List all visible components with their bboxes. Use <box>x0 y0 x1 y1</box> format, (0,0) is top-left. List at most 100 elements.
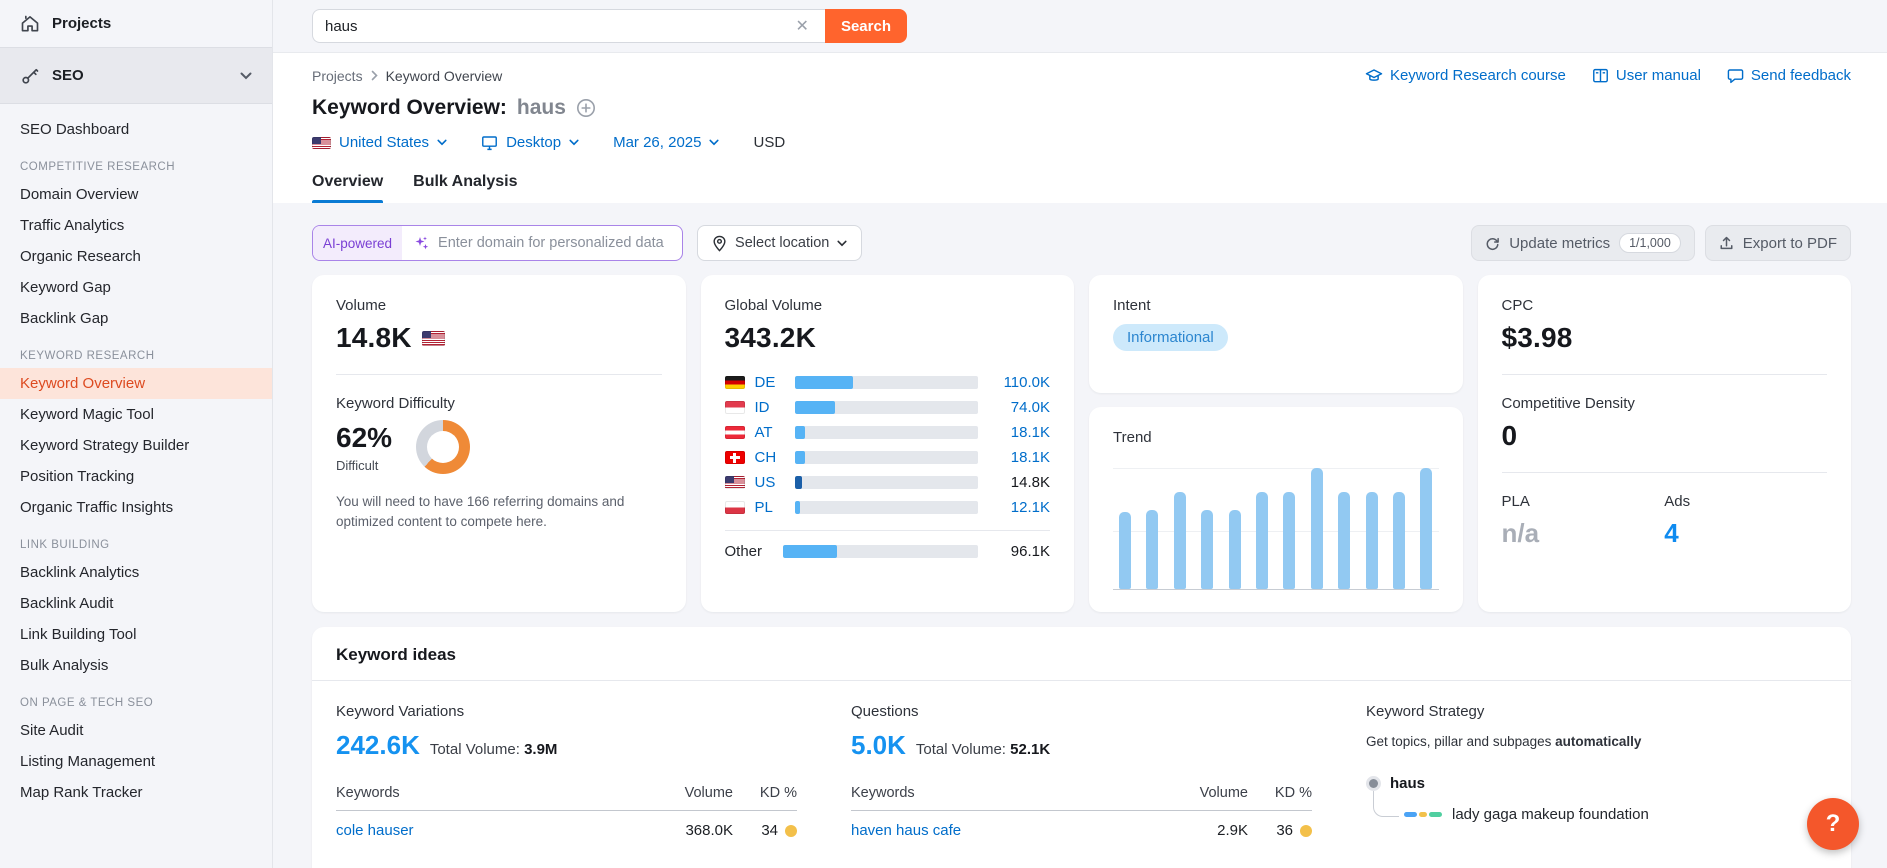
keyword-link[interactable]: haven haus cafe <box>851 822 1178 839</box>
country-volume-value[interactable]: 12.1K <box>992 499 1050 516</box>
trend-bar <box>1338 492 1350 589</box>
other-volume-row: Other 96.1K <box>725 530 1051 560</box>
domain-input[interactable] <box>438 235 670 251</box>
export-pdf-button[interactable]: Export to PDF <box>1705 225 1851 261</box>
select-location-dropdown[interactable]: Select location <box>697 225 862 261</box>
sidebar-item[interactable]: Organic Research <box>0 241 272 272</box>
volume-value: 14.8K <box>336 322 412 354</box>
ai-powered-badge: AI-powered <box>313 226 402 260</box>
send-feedback-link[interactable]: Send feedback <box>1727 67 1851 84</box>
sidebar-item[interactable]: Map Rank Tracker <box>0 777 272 808</box>
tree-root-dot-icon <box>1369 779 1378 788</box>
sidebar-item[interactable]: Backlink Gap <box>0 303 272 334</box>
search-input[interactable] <box>325 18 792 35</box>
sidebar-item-seo[interactable]: SEO <box>0 47 272 104</box>
kd-cell: 34 <box>761 822 778 839</box>
cpc-value: $3.98 <box>1502 322 1828 354</box>
trend-bar <box>1283 492 1295 589</box>
country-code-link[interactable]: ID <box>755 399 781 416</box>
country-volume-row: AT 18.1K <box>725 420 1051 445</box>
refresh-icon <box>1485 236 1500 251</box>
sparkles-icon <box>414 235 430 251</box>
sidebar-item[interactable]: Keyword Magic Tool <box>0 399 272 430</box>
sidebar-item[interactable]: Organic Traffic Insights <box>0 492 272 523</box>
tab-bulk-analysis[interactable]: Bulk Analysis <box>413 173 517 203</box>
sidebar-item[interactable]: Position Tracking <box>0 461 272 492</box>
user-manual-link[interactable]: User manual <box>1592 67 1701 84</box>
breadcrumb-separator-icon <box>371 70 378 81</box>
page-title: Keyword Overview: <box>312 96 507 120</box>
sidebar-item[interactable]: Traffic Analytics <box>0 210 272 241</box>
country-flag-icon <box>725 501 745 514</box>
sidebar-item[interactable]: Backlink Audit <box>0 588 272 619</box>
volume-label: Volume <box>336 297 662 314</box>
sidebar-item[interactable]: Keyword Gap <box>0 272 272 303</box>
chevron-down-icon <box>437 139 447 146</box>
questions-count[interactable]: 5.0K <box>851 730 906 761</box>
ads-value[interactable]: 4 <box>1664 518 1827 549</box>
country-code-link[interactable]: US <box>755 474 781 491</box>
breadcrumb-projects[interactable]: Projects <box>312 68 363 84</box>
trend-bar <box>1201 510 1213 589</box>
sidebar-item[interactable]: Backlink Analytics <box>0 557 272 588</box>
sidebar-item[interactable]: Domain Overview <box>0 179 272 210</box>
trend-bar <box>1174 492 1186 589</box>
kd-cell: 36 <box>1276 822 1293 839</box>
tabs: Overview Bulk Analysis <box>312 173 1851 203</box>
country-code-link[interactable]: PL <box>755 499 781 516</box>
help-button[interactable]: ? <box>1807 798 1859 850</box>
sidebar-projects-label: Projects <box>52 15 111 32</box>
sidebar-item[interactable]: Bulk Analysis <box>0 650 272 681</box>
keyword-research-course-link[interactable]: Keyword Research course <box>1365 67 1566 84</box>
country-volume-value[interactable]: 74.0K <box>992 399 1050 416</box>
date-filter[interactable]: Mar 26, 2025 <box>613 134 719 151</box>
country-code-link[interactable]: AT <box>755 424 781 441</box>
chevron-down-icon <box>569 139 579 146</box>
kd-label: Keyword Difficulty <box>336 395 662 412</box>
book-icon <box>1592 68 1609 84</box>
trend-bar <box>1311 468 1323 589</box>
intent-badge[interactable]: Informational <box>1113 324 1228 351</box>
sidebar-item[interactable]: Keyword Strategy Builder <box>0 430 272 461</box>
trend-bar <box>1146 510 1158 589</box>
country-volume-value[interactable]: 110.0K <box>992 374 1050 391</box>
intent-label: Intent <box>1113 297 1439 314</box>
country-volume-value[interactable]: 18.1K <box>992 449 1050 466</box>
device-filter[interactable]: Desktop <box>481 134 579 151</box>
sidebar-item[interactable]: Keyword Overview <box>0 368 272 399</box>
sidebar-item[interactable]: Site Audit <box>0 715 272 746</box>
clear-search-icon[interactable]: ✕ <box>792 16 813 36</box>
sidebar-item[interactable]: SEO Dashboard <box>0 114 272 145</box>
update-metrics-button[interactable]: Update metrics 1/1,000 <box>1471 225 1695 261</box>
questions-column: Questions 5.0K Total Volume: 52.1K Keywo… <box>851 703 1312 839</box>
trend-bar <box>1393 492 1405 589</box>
kd-dot-icon <box>785 825 797 837</box>
sidebar-item-projects[interactable]: Projects <box>0 0 272 47</box>
country-filter[interactable]: United States <box>312 134 447 151</box>
search-button[interactable]: Search <box>825 9 907 43</box>
country-volume-bar <box>795 401 979 414</box>
key-icon <box>20 66 40 86</box>
kd-note: You will need to have 166 referring doma… <box>336 492 662 531</box>
country-code-link[interactable]: CH <box>755 449 781 466</box>
main: ✕ Search Projects Keyword Overview <box>273 0 1887 868</box>
country-volume-bar <box>795 451 979 464</box>
sidebar-item[interactable]: Listing Management <box>0 746 272 777</box>
tab-overview[interactable]: Overview <box>312 173 383 203</box>
keyword-link[interactable]: cole hauser <box>336 822 663 839</box>
keyword-ideas-panel: Keyword ideas Keyword Variations 242.6K … <box>312 627 1851 868</box>
global-volume-rows: DE 110.0K ID <box>725 370 1051 520</box>
variations-count[interactable]: 242.6K <box>336 730 420 761</box>
add-keyword-icon[interactable] <box>576 98 596 118</box>
country-volume-bar <box>795 501 979 514</box>
questions-table: Keywords Volume KD % haven haus cafe 2.9… <box>851 785 1312 839</box>
sidebar-item[interactable]: Link Building Tool <box>0 619 272 650</box>
app: Projects SEO SEO Dashboard COMPETITIVE R… <box>0 0 1887 868</box>
country-volume-row: CH 18.1K <box>725 445 1051 470</box>
country-volume-value[interactable]: 18.1K <box>992 424 1050 441</box>
ai-domain-input-wrap: AI-powered <box>312 225 683 261</box>
ads-label: Ads <box>1664 493 1827 510</box>
variations-table: Keywords Volume KD % cole hauser 368.0K … <box>336 785 797 839</box>
country-code-link[interactable]: DE <box>755 374 781 391</box>
country-volume-value[interactable]: 14.8K <box>992 474 1050 491</box>
